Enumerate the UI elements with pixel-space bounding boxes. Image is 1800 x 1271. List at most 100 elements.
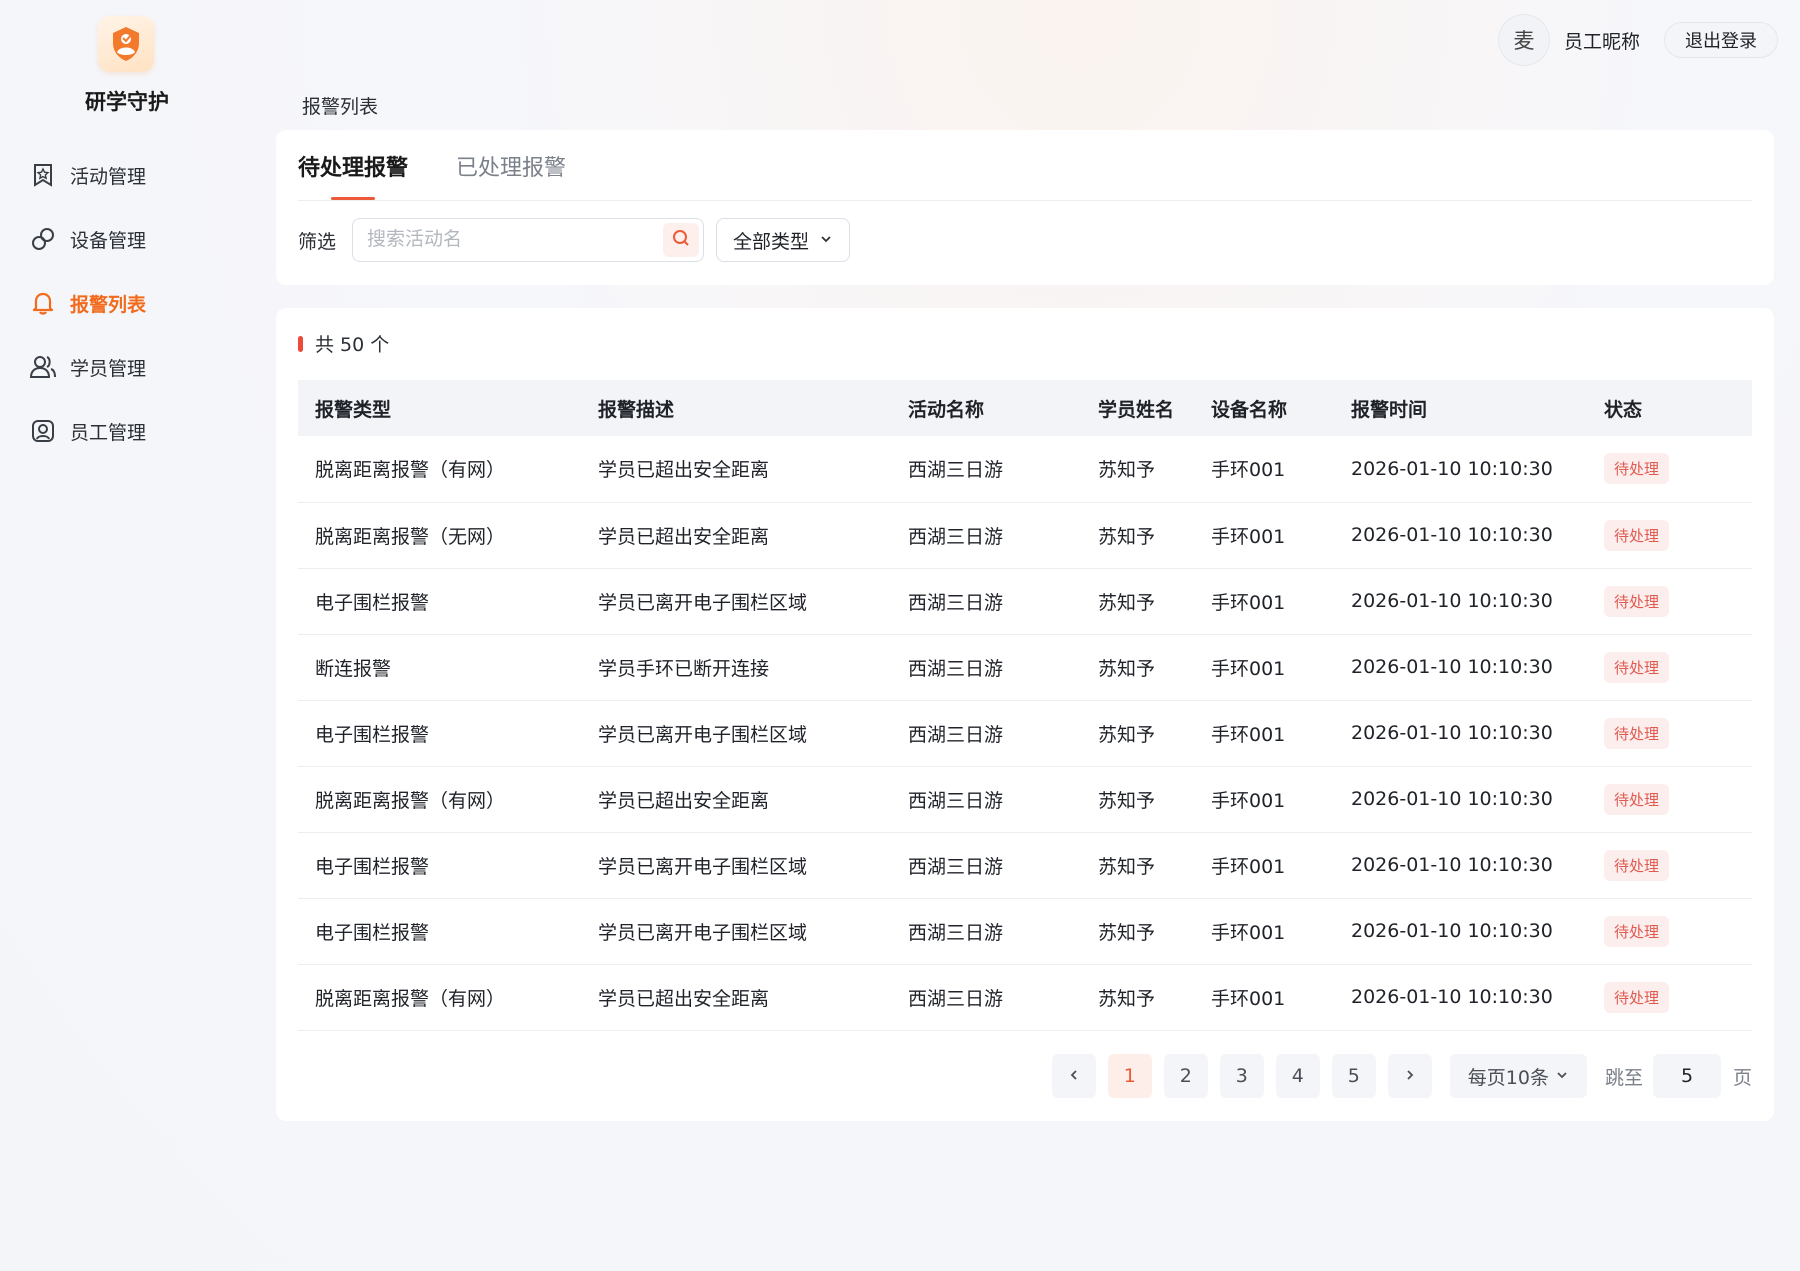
alarm-desc-cell: 学员已超出安全距离 xyxy=(598,459,770,482)
sidebar-item-staff[interactable]: 员工管理 xyxy=(28,411,228,451)
alarm-type-cell: 电子围栏报警 xyxy=(315,855,430,878)
pagination: 1 2 3 4 5 每页10条 跳至 页 xyxy=(1040,1054,1752,1098)
table-row[interactable]: 脱离距离报警（无网） 学员已超出安全距离 西湖三日游 苏知予 手环001 2026-01-… xyxy=(298,502,1752,568)
student-name-cell: 苏知予 xyxy=(1098,723,1156,746)
avatar[interactable]: 麦 xyxy=(1497,14,1550,66)
device-name-cell: 手环001 xyxy=(1211,789,1286,812)
user-nickname: 员工昵称 xyxy=(1563,30,1640,53)
page-button[interactable]: 3 xyxy=(1219,1054,1264,1098)
tabs: 待处理报警 已处理报警 xyxy=(298,130,1752,201)
status-cell: 待处理 xyxy=(1587,898,1752,964)
sidebar-item-device[interactable]: 设备管理 xyxy=(28,219,228,259)
alarm-time-cell: 2026-01-10 10:10:30 xyxy=(1351,722,1553,744)
column-header: 设备名称 xyxy=(1211,398,1288,421)
alarm-time-cell: 2026-01-10 10:10:30 xyxy=(1351,788,1553,810)
logout-button[interactable]: 退出登录 xyxy=(1664,22,1778,58)
student-name-cell: 苏知予 xyxy=(1098,987,1156,1010)
alarm-desc-cell: 学员已离开电子围栏区域 xyxy=(598,921,808,944)
table-row[interactable]: 脱离距离报警（有网） 学员已超出安全距离 西湖三日游 苏知予 手环001 2026-01-… xyxy=(298,436,1752,502)
record-count: 共 50 个 xyxy=(298,330,389,357)
device-name-cell: 手环001 xyxy=(1211,525,1286,548)
activity-name-cell: 西湖三日游 xyxy=(908,789,1004,812)
page-size-select[interactable]: 每页10条 xyxy=(1449,1054,1587,1098)
sidebar-item-label: 学员管理 xyxy=(70,357,147,380)
device-name-cell: 手环001 xyxy=(1211,459,1286,482)
alarm-desc-cell: 学员已离开电子围栏区域 xyxy=(598,591,808,614)
page-button[interactable]: 2 xyxy=(1163,1054,1208,1098)
alarm-time-cell: 2026-01-10 10:10:30 xyxy=(1351,457,1553,480)
column-header: 报警时间 xyxy=(1351,398,1428,421)
tab-processed[interactable]: 已处理报警 xyxy=(456,150,566,182)
status-badge: 待处理 xyxy=(1604,519,1670,551)
alarm-type-cell: 电子围栏报警 xyxy=(315,723,430,746)
status-cell: 待处理 xyxy=(1587,634,1752,700)
sidebar-item-activity[interactable]: 活动管理 xyxy=(28,155,228,195)
student-name-cell: 苏知予 xyxy=(1098,789,1156,812)
column-header: 报警描述 xyxy=(598,398,675,421)
alarm-desc-cell: 学员已超出安全距离 xyxy=(598,789,770,812)
alarm-type-cell: 脱离距离报警（有网） xyxy=(315,459,506,482)
page-button[interactable]: 5 xyxy=(1331,1054,1376,1098)
status-badge: 待处理 xyxy=(1604,915,1670,947)
sidebar-item-label: 报警列表 xyxy=(70,293,147,316)
alarm-time-cell: 2026-01-10 10:10:30 xyxy=(1351,524,1553,546)
table-row[interactable]: 电子围栏报警 学员已离开电子围栏区域 西湖三日游 苏知予 手环001 2026-01-10… xyxy=(298,898,1752,964)
page-title: 报警列表 xyxy=(302,96,379,118)
table-row[interactable]: 脱离距离报警（有网） 学员已超出安全距离 西湖三日游 苏知予 手环001 2026-01-… xyxy=(298,766,1752,832)
alarm-table: 报警类型 报警描述 活动名称 学员姓名 设备名称 报警时间 状态 脱离距离报警（… xyxy=(298,380,1752,1031)
table-row[interactable]: 电子围栏报警 学员已离开电子围栏区域 西湖三日游 苏知予 手环001 2026-01-10… xyxy=(298,568,1752,634)
status-cell: 待处理 xyxy=(1587,700,1752,766)
jump-page-input[interactable] xyxy=(1652,1054,1721,1098)
status-badge: 待处理 xyxy=(1604,849,1670,881)
activity-name-cell: 西湖三日游 xyxy=(908,723,1004,746)
alarm-desc-cell: 学员已离开电子围栏区域 xyxy=(598,855,808,878)
prev-page-button[interactable] xyxy=(1051,1054,1096,1098)
sidebar-item-students[interactable]: 学员管理 xyxy=(28,347,228,387)
table-row[interactable]: 电子围栏报警 学员已离开电子围栏区域 西湖三日游 苏知予 手环001 2026-01-10… xyxy=(298,700,1752,766)
table-row[interactable]: 断连报警 学员手环已断开连接 西湖三日游 苏知予 手环001 2026-01-10 10:… xyxy=(298,634,1752,700)
activity-name-cell: 西湖三日游 xyxy=(908,459,1004,482)
bell-icon xyxy=(28,288,58,318)
status-badge: 待处理 xyxy=(1604,453,1670,485)
activity-name-cell: 西湖三日游 xyxy=(908,591,1004,614)
alarm-desc-cell: 学员已超出安全距离 xyxy=(598,987,770,1010)
status-cell: 待处理 xyxy=(1587,502,1752,568)
user-area: 麦 员工昵称 退出登录 xyxy=(1497,14,1778,66)
alarm-time-cell: 2026-01-10 10:10:30 xyxy=(1351,656,1553,678)
status-badge: 待处理 xyxy=(1604,585,1670,617)
student-name-cell: 苏知予 xyxy=(1098,591,1156,614)
alarm-desc-cell: 学员已超出安全距离 xyxy=(598,525,770,548)
device-name-cell: 手环001 xyxy=(1211,591,1286,614)
student-name-cell: 苏知予 xyxy=(1098,459,1156,482)
type-select-value: 全部类型 xyxy=(733,230,810,253)
users-icon xyxy=(28,352,58,382)
alarm-type-cell: 脱离距离报警（无网） xyxy=(315,525,506,548)
tab-pending[interactable]: 待处理报警 xyxy=(298,150,408,182)
activity-name-cell: 西湖三日游 xyxy=(908,921,1004,944)
search-box xyxy=(352,218,705,262)
active-tab-indicator xyxy=(331,197,375,200)
chevron-right-icon xyxy=(1403,1065,1417,1087)
activity-name-cell: 西湖三日游 xyxy=(908,855,1004,878)
search-input[interactable] xyxy=(367,219,668,259)
table-row[interactable]: 脱离距离报警（有网） 学员已超出安全距离 西湖三日游 苏知予 手环001 2026-01-… xyxy=(298,964,1752,1030)
guardian-logo-icon xyxy=(98,16,154,72)
filter-label: 筛选 xyxy=(298,230,337,253)
alarm-type-select[interactable]: 全部类型 xyxy=(716,218,851,262)
status-badge: 待处理 xyxy=(1604,981,1670,1013)
alarm-type-cell: 断连报警 xyxy=(315,657,392,680)
alarm-time-cell: 2026-01-10 10:10:30 xyxy=(1351,920,1553,942)
table-row[interactable]: 电子围栏报警 学员已离开电子围栏区域 西湖三日游 苏知予 手环001 2026-01-10… xyxy=(298,832,1752,898)
sidebar-item-label: 设备管理 xyxy=(70,229,147,252)
sidebar: 研学守护 活动管理 设备管理 报警列表 学员管理 员工管理 xyxy=(0,0,260,1271)
page-button[interactable]: 1 xyxy=(1107,1054,1152,1098)
column-header: 报警类型 xyxy=(315,398,392,421)
next-page-button[interactable] xyxy=(1387,1054,1432,1098)
chevron-down-icon xyxy=(1555,1065,1569,1087)
sidebar-item-alarm-list[interactable]: 报警列表 xyxy=(28,283,228,323)
alarm-time-cell: 2026-01-10 10:10:30 xyxy=(1351,986,1553,1008)
user-card-icon xyxy=(28,416,58,446)
search-button[interactable] xyxy=(663,223,700,257)
device-name-cell: 手环001 xyxy=(1211,921,1286,944)
page-button[interactable]: 4 xyxy=(1275,1054,1320,1098)
